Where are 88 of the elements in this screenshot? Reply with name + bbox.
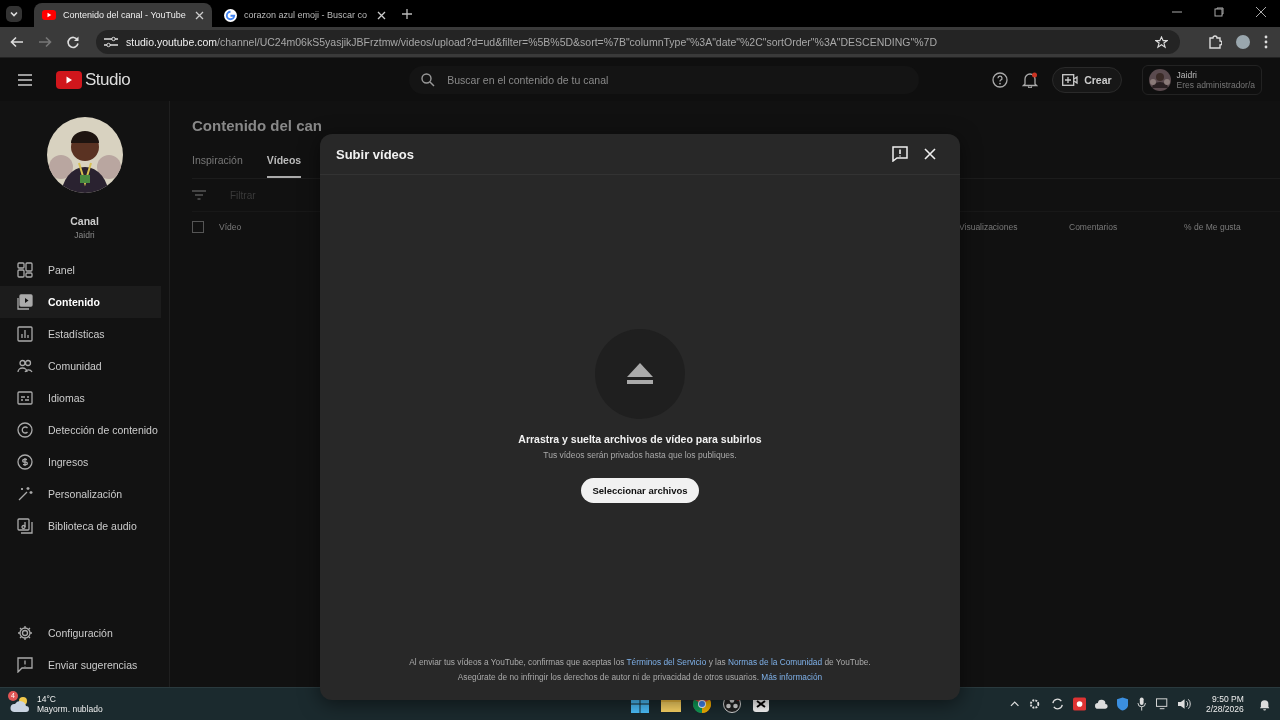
- shield-icon[interactable]: [1116, 697, 1129, 711]
- close-icon[interactable]: [195, 10, 204, 20]
- audio-icon: [17, 518, 33, 534]
- feedback-icon[interactable]: [892, 146, 908, 162]
- youtube-icon: [42, 10, 56, 20]
- page-title: Contenido del can: [192, 117, 322, 134]
- new-tab-icon[interactable]: [402, 9, 412, 19]
- more-icon[interactable]: [1264, 35, 1268, 49]
- content-tab[interactable]: Vídeos: [266, 154, 302, 178]
- sidebar-item[interactable]: Detección de contenido: [0, 414, 161, 446]
- caret-icon[interactable]: [1010, 700, 1020, 708]
- bell-icon[interactable]: [1022, 71, 1039, 88]
- select-all-checkbox[interactable]: [192, 221, 204, 233]
- content-tab[interactable]: Inspiración: [192, 154, 243, 178]
- community-icon: [17, 358, 33, 374]
- add-video-icon: [1062, 73, 1079, 86]
- menu-icon[interactable]: [18, 73, 32, 86]
- search-icon: [421, 72, 436, 87]
- sidebar-item[interactable]: Idiomas: [0, 382, 161, 414]
- help-icon[interactable]: [992, 71, 1009, 88]
- profile-icon[interactable]: [1236, 35, 1250, 49]
- analytics-icon: [17, 326, 33, 342]
- address-bar[interactable]: studio.youtube.com/channel/UC24m06kS5yasjikJBFrztmw/videos/upload?d=ud&filter=%5B%5D&sort=%7B"columnType"%3A"date"%2C"sortOrder"%3A"DESCENDING"%7D: [96, 30, 1180, 54]
- sidebar-item[interactable]: Panel: [0, 254, 161, 286]
- content-icon: [17, 294, 33, 310]
- search-field[interactable]: Buscar en el contenido de tu canal: [409, 65, 920, 94]
- earn-icon: [17, 454, 33, 470]
- settings-icon: [17, 625, 33, 641]
- feedback-icon: [17, 657, 33, 673]
- legal-text: Al enviar tus vídeos a YouTube, confirmas que aceptas los Términos del Servicio y las Normas de la Comunidad de YouTube.: [409, 657, 871, 667]
- weather-condition: Mayorm. nublado: [37, 704, 103, 714]
- drop-title: Arrastra y suelta archivos de vídeo para subirlos: [518, 433, 762, 445]
- column-header: Comentarios: [1069, 222, 1119, 232]
- link[interactable]: Normas de la Comunidad: [728, 657, 823, 667]
- microphone-icon[interactable]: [1137, 697, 1147, 711]
- create-button[interactable]: Crear: [1052, 66, 1122, 93]
- studio-logo-text: Studio: [85, 69, 131, 90]
- browser-tab[interactable]: Contenido del canal - YouTube: [34, 3, 212, 27]
- column-header: Vídeo: [219, 222, 243, 232]
- site-settings-icon[interactable]: [104, 36, 118, 48]
- sidebar-item[interactable]: Contenido: [0, 286, 161, 318]
- channel-name: Jaidri: [74, 230, 95, 240]
- forward-icon[interactable]: [38, 35, 52, 49]
- gear-icon[interactable]: [1028, 697, 1042, 711]
- google-icon: [224, 8, 237, 22]
- play-logo-icon: [56, 70, 82, 89]
- channel-label: Canal: [70, 215, 99, 227]
- extensions-icon[interactable]: [1208, 35, 1222, 49]
- column-header: % de Me gusta: [1184, 222, 1241, 232]
- clock[interactable]: 9:50 PM 2/28/2026: [1205, 694, 1244, 714]
- account-role: Eres administrador/a: [1176, 79, 1255, 90]
- column-header: Visualizaciones: [959, 222, 1019, 232]
- record-icon[interactable]: [1072, 697, 1086, 711]
- account-name: Jaidri: [1176, 69, 1197, 80]
- sidebar-item[interactable]: Comunidad: [0, 350, 161, 382]
- back-icon[interactable]: [10, 35, 24, 49]
- temperature: 14°C: [37, 694, 57, 704]
- close-icon[interactable]: [377, 10, 386, 20]
- account-switcher[interactable]: Jaidri Eres administrador/a: [1141, 64, 1262, 95]
- bell-icon[interactable]: [1258, 697, 1270, 711]
- dashboard-icon: [17, 262, 33, 278]
- customize-icon: [17, 486, 33, 502]
- tab-search-button[interactable]: [6, 6, 22, 22]
- sidebar-item[interactable]: Estadísticas: [0, 318, 161, 350]
- browser-tab[interactable]: corazon azul emoji - Buscar co: [216, 3, 394, 27]
- select-files-button[interactable]: Seleccionar archivos: [581, 478, 699, 503]
- speaker-icon[interactable]: [1177, 698, 1191, 710]
- sidebar-item[interactable]: Ingresos: [0, 446, 161, 478]
- subtitles-icon: [17, 390, 33, 406]
- reload-icon[interactable]: [66, 35, 80, 49]
- drop-note: Tus vídeos serán privados hasta que los publiques.: [543, 450, 737, 460]
- network-icon[interactable]: [1155, 698, 1169, 710]
- close-icon[interactable]: [1256, 7, 1266, 17]
- sidebar-item[interactable]: Biblioteca de audio: [0, 510, 161, 542]
- restore-icon[interactable]: [1214, 7, 1224, 17]
- cloud-icon[interactable]: [1094, 698, 1108, 710]
- dialog-title: Subir vídeos: [336, 146, 415, 162]
- sidebar-item[interactable]: Enviar sugerencias: [0, 649, 161, 681]
- link[interactable]: Términos del Servicio: [626, 657, 707, 667]
- sidebar-item[interactable]: Personalización: [0, 478, 161, 510]
- sync-icon[interactable]: [1050, 697, 1064, 711]
- copyright-icon: [17, 422, 33, 438]
- legal-text: Asegúrate de no infringir los derechos de autor ni de privacidad de otros usuarios. Más información: [457, 672, 823, 682]
- search-input[interactable]: Buscar en el contenido de tu canal: [445, 72, 908, 87]
- link[interactable]: Más información: [761, 672, 823, 682]
- star-icon[interactable]: [1155, 35, 1168, 49]
- sidebar-item[interactable]: Configuración: [0, 617, 161, 649]
- caret-icon: [9, 9, 19, 19]
